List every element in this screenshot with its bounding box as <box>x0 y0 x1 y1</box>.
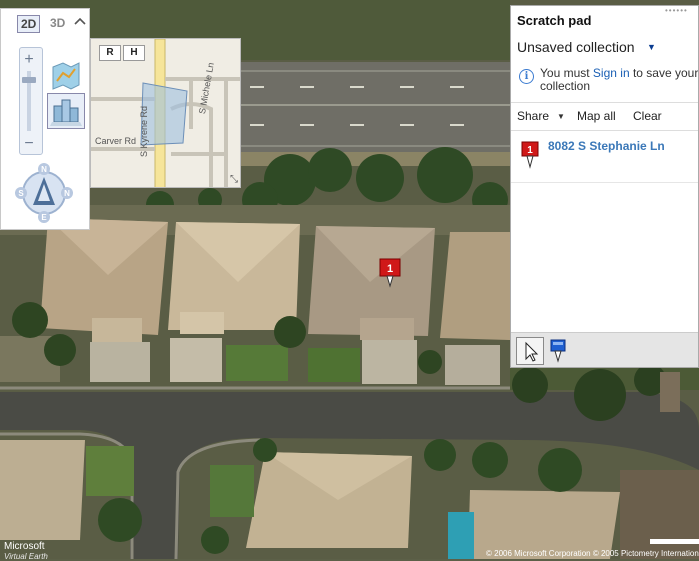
zoom-slider-thumb[interactable] <box>22 77 36 83</box>
mini-map-label: Carver Rd <box>95 136 137 146</box>
aerial-view-button[interactable] <box>47 93 85 129</box>
map-pushpin[interactable]: 1 <box>378 258 402 288</box>
pushpin-icon: 1 <box>379 258 401 288</box>
dropdown-arrow-icon[interactable]: ▼ <box>647 42 656 52</box>
mini-map-hybrid-toggle[interactable]: H <box>123 45 145 61</box>
select-tool-button[interactable] <box>516 337 544 365</box>
compass-icon: N E S N <box>15 163 73 223</box>
divider <box>511 130 698 131</box>
virtual-earth-logo: Microsoft Virtual Earth <box>4 542 48 561</box>
zoom-out-button[interactable]: − <box>22 136 36 152</box>
message-text: You must <box>540 66 593 80</box>
pushpin-number: 1 <box>387 263 393 275</box>
map-all-button[interactable]: Map all <box>577 109 616 123</box>
mini-map-roads <box>91 39 240 187</box>
collapse-button[interactable] <box>73 16 87 28</box>
drag-grip-icon[interactable]: •••••• <box>665 6 688 15</box>
logo-product-text: Virtual Earth <box>4 552 48 561</box>
copyright-notice: © 2006 Microsoft Corporation © 2005 Pict… <box>486 549 699 558</box>
scratch-pad-footer <box>511 332 698 367</box>
cursor-arrow-icon <box>525 341 539 362</box>
pushpin-icon: 1 <box>521 141 539 169</box>
mini-map-road-toggle[interactable]: R <box>99 45 121 61</box>
entry-number: 1 <box>527 145 533 156</box>
collection-dropdown[interactable]: Unsaved collection <box>517 39 635 55</box>
zoom-in-button[interactable]: + <box>22 52 36 68</box>
blue-pushpin-icon <box>550 339 566 363</box>
mini-map[interactable]: R H Carver Rd S Kyrene Rd S Michele Ln ⤡ <box>90 38 241 188</box>
mini-map-label: S Kyrene Rd <box>139 105 149 157</box>
clear-button[interactable]: Clear <box>633 109 662 123</box>
compass-north[interactable]: N <box>41 165 47 174</box>
compass-rose[interactable]: N E S N <box>15 163 73 223</box>
entry-title-link[interactable]: 8082 S Stephanie Ln <box>548 139 665 153</box>
navigation-control: 2D 3D + − N E S N <box>0 8 90 230</box>
road-map-icon <box>52 62 80 90</box>
scale-bar <box>650 539 699 544</box>
road-view-button[interactable] <box>49 59 83 93</box>
scratch-pad-title: Scratch pad <box>517 13 592 28</box>
tab-2d[interactable]: 2D <box>17 15 41 33</box>
logo-text: Microsoft <box>4 541 45 552</box>
compass-north-east[interactable]: N <box>64 189 70 198</box>
sign-in-link[interactable]: Sign in <box>593 66 630 80</box>
aerial-buildings-icon <box>50 99 82 126</box>
chevron-up-icon <box>74 17 86 25</box>
compass-east[interactable]: E <box>41 213 47 222</box>
share-button[interactable]: Share <box>517 109 549 123</box>
sign-in-message: You must Sign in to save your collection <box>540 66 698 93</box>
compass-south[interactable]: S <box>18 189 24 198</box>
tab-3d[interactable]: 3D <box>47 15 68 31</box>
divider <box>511 102 698 103</box>
divider <box>511 182 698 183</box>
entry-pushpin[interactable]: 1 <box>521 141 539 169</box>
dropdown-arrow-icon[interactable]: ▼ <box>557 112 565 121</box>
resize-icon[interactable]: ⤡ <box>230 174 238 185</box>
info-icon: i <box>519 69 534 84</box>
scratch-pad-panel: •••••• Scratch pad Unsaved collection ▼ … <box>510 5 699 368</box>
add-pushpin-button[interactable] <box>549 339 567 363</box>
